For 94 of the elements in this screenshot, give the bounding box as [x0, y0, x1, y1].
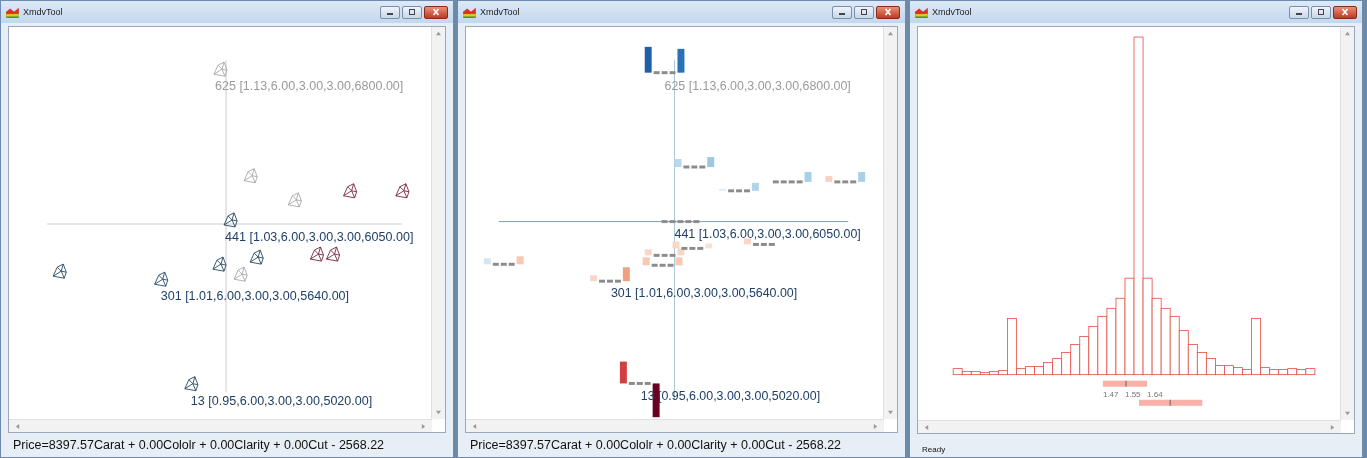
wireframe-glyph — [243, 168, 258, 184]
histogram-bar — [1034, 366, 1044, 376]
status-text: Ready — [921, 444, 947, 456]
scroll-up-icon — [1344, 31, 1351, 36]
wireframe-glyph — [343, 183, 358, 199]
bar-glyph — [644, 248, 685, 257]
vertical-scrollbar[interactable] — [1340, 27, 1354, 420]
histogram-bar — [1052, 358, 1063, 376]
histogram-bar — [1224, 365, 1234, 376]
range-bar — [1139, 399, 1203, 407]
maximize-icon — [407, 8, 417, 16]
close-icon — [431, 8, 441, 16]
wireframe-glyph — [184, 376, 199, 392]
scroll-up-icon — [887, 31, 894, 36]
bar-glyph — [661, 220, 700, 224]
status-text: Price=8397.57Carat + 0.00Cololr + 0.00Clarity + 0.00Cut - 2568.22 — [12, 437, 386, 454]
window-title: XmdvTool — [480, 7, 520, 17]
histogram-bar — [1106, 307, 1117, 376]
data-point-label: 301 [1.01,6.00,3.00,3.00,5640.00] — [160, 289, 350, 304]
bar-glyph — [619, 361, 660, 418]
histogram-bar — [1160, 307, 1171, 376]
vertical-scrollbar[interactable] — [883, 27, 897, 419]
scroll-right-icon — [1330, 423, 1335, 431]
close-button[interactable] — [424, 5, 448, 19]
scroll-up-icon — [435, 31, 442, 36]
bar-glyph — [483, 256, 524, 266]
app-icon — [463, 6, 476, 18]
scroll-left-icon — [472, 422, 477, 430]
bar-glyph — [772, 171, 812, 184]
histogram-bar — [1079, 336, 1090, 376]
close-icon — [883, 8, 893, 16]
bar-glyph — [590, 267, 630, 283]
data-point-label: 441 [1.03,6.00,3.00,3.00,6050.00] — [674, 227, 861, 242]
app-icon — [6, 6, 19, 18]
horizontal-scrollbar[interactable] — [9, 419, 432, 432]
maximize-icon — [859, 8, 869, 16]
histogram-bar — [1061, 352, 1072, 376]
minimize-button[interactable] — [380, 5, 400, 19]
wireframe-glyph — [249, 249, 264, 265]
wireframe-glyph — [326, 246, 340, 262]
wireframe-glyph — [233, 266, 248, 282]
minimize-button[interactable] — [832, 5, 852, 19]
window-title: XmdvTool — [932, 7, 972, 17]
wireframe-glyph — [395, 183, 410, 199]
bar-glyph — [825, 171, 866, 184]
bar-glyph — [674, 157, 715, 169]
close-button[interactable] — [876, 5, 900, 19]
horizontal-scrollbar[interactable] — [918, 420, 1341, 433]
bar-glyph — [644, 46, 685, 75]
range-label: 1.55 — [1125, 389, 1141, 399]
histogram-bar — [1088, 326, 1099, 376]
range-label: 1.64 — [1147, 389, 1163, 399]
minimize-button[interactable] — [1289, 5, 1309, 19]
data-point-label: 301 [1.01,6.00,3.00,3.00,5640.00] — [610, 286, 798, 301]
maximize-button[interactable] — [402, 5, 422, 19]
scroll-left-icon — [924, 423, 929, 431]
histogram-bar — [1070, 344, 1081, 376]
histogram-bar — [1097, 315, 1108, 376]
data-point-label: 13 [0.95,6.00,3.00,3.00,5020.00] — [190, 393, 373, 408]
bar-glyph — [672, 241, 713, 250]
maximize-button[interactable] — [1311, 5, 1331, 19]
range-bar — [1102, 380, 1148, 388]
scroll-right-icon — [421, 422, 426, 430]
data-point-label: 441 [1.03,6.00,3.00,3.00,6050.00] — [225, 230, 414, 244]
vertical-scrollbar[interactable] — [431, 27, 445, 419]
histogram-bar — [1025, 366, 1035, 376]
window-title: XmdvTool — [23, 7, 63, 17]
histogram-bar — [1233, 367, 1243, 376]
scroll-right-icon — [873, 422, 878, 430]
histogram-bar — [1043, 362, 1054, 376]
scroll-down-icon — [887, 410, 894, 415]
scroll-left-icon — [15, 422, 20, 430]
wireframe-glyph — [52, 263, 67, 279]
close-button[interactable] — [1333, 5, 1357, 19]
wireframe-glyph — [213, 61, 228, 77]
wireframe-glyph — [212, 256, 227, 272]
wireframe-glyph — [223, 212, 238, 228]
range-label: 1.47 — [1102, 389, 1119, 399]
wireframe-glyph — [287, 192, 302, 208]
maximize-icon — [1316, 8, 1326, 16]
data-point-label: 625 [1.13,6.00,3.00,3.00,6800.00] — [215, 79, 404, 94]
app-icon — [915, 6, 928, 18]
bar-glyph — [719, 182, 759, 193]
maximize-button[interactable] — [854, 5, 874, 19]
bar-glyph — [642, 257, 683, 267]
scroll-down-icon — [1344, 411, 1351, 416]
horizontal-scrollbar[interactable] — [466, 419, 884, 432]
histogram-bar — [1196, 352, 1207, 376]
close-icon — [1340, 8, 1350, 16]
histogram-bar — [1169, 315, 1180, 376]
status-text: Price=8397.57Carat + 0.00Cololr + 0.00Clarity + 0.00Cut - 2568.22 — [469, 437, 843, 454]
wireframe-glyph — [310, 246, 324, 262]
wireframe-glyph — [154, 271, 169, 287]
scroll-down-icon — [435, 410, 442, 415]
